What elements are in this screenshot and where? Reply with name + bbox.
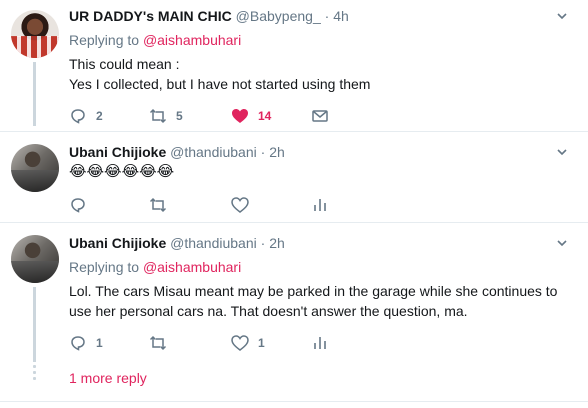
thread-dots xyxy=(33,365,36,383)
chevron-down-icon[interactable] xyxy=(556,146,568,161)
replying-to: Replying to @aishambuhari xyxy=(69,32,241,48)
like-button[interactable]: 14 xyxy=(231,106,271,126)
more-replies-link[interactable]: 1 more reply xyxy=(69,370,147,386)
dm-button[interactable] xyxy=(311,106,329,126)
analytics-button[interactable] xyxy=(311,195,329,215)
replying-to-label: Replying to xyxy=(69,259,140,275)
heart-icon xyxy=(231,197,249,213)
tweet-2[interactable]: Ubani Chijioke @thandiubani · 2h 😂😂😂😂😂😂 xyxy=(0,132,588,222)
envelope-icon xyxy=(312,110,328,122)
timestamp[interactable]: 4h xyxy=(333,8,349,24)
tweet-text: This could mean : Yes I collected, but I… xyxy=(69,54,564,94)
avatar[interactable] xyxy=(11,10,59,58)
reply-button[interactable]: 2 xyxy=(69,106,103,126)
reply-icon xyxy=(71,336,85,351)
like-button[interactable] xyxy=(231,195,249,215)
retweet-count: 5 xyxy=(176,109,183,123)
divider xyxy=(0,401,588,402)
like-button[interactable]: 1 xyxy=(231,333,265,353)
mention-link[interactable]: @aishambuhari xyxy=(143,32,241,48)
tweet-actions: 2 5 14 xyxy=(69,106,369,126)
tweet-actions xyxy=(69,195,369,215)
tweet-3[interactable]: Ubani Chijioke @thandiubani · 2h Replyin… xyxy=(0,223,588,408)
heart-icon xyxy=(231,335,249,351)
replying-to: Replying to @aishambuhari xyxy=(69,259,241,275)
timestamp[interactable]: 2h xyxy=(269,235,285,251)
mention-link[interactable]: @aishambuhari xyxy=(143,259,241,275)
tweet-text-line: Lol. The cars Misau meant may be parked … xyxy=(69,283,558,299)
tweet-1[interactable]: UR DADDY's MAIN CHIC @Babypeng_ · 4h Rep… xyxy=(0,0,588,126)
tweet-header: UR DADDY's MAIN CHIC @Babypeng_ · 4h xyxy=(69,8,349,24)
retweet-icon xyxy=(149,197,167,213)
tweet-text-line: This could mean : xyxy=(69,56,180,72)
chevron-down-icon[interactable] xyxy=(556,237,568,252)
retweet-icon xyxy=(149,335,167,351)
user-handle[interactable]: @thandiubani xyxy=(170,144,257,160)
tweet-text-line: Yes I collected, but I have not started … xyxy=(69,76,371,92)
tweet-text-line: use her personal cars na. That doesn't a… xyxy=(69,303,468,319)
avatar[interactable] xyxy=(11,235,59,283)
display-name[interactable]: UR DADDY's MAIN CHIC xyxy=(69,8,232,24)
heart-icon xyxy=(232,109,248,123)
retweet-button[interactable]: 5 xyxy=(149,106,183,126)
analytics-icon xyxy=(314,337,326,349)
reply-icon xyxy=(71,109,85,124)
reply-button[interactable] xyxy=(69,195,87,215)
analytics-button[interactable] xyxy=(311,333,329,353)
thread-line xyxy=(33,62,36,126)
display-name[interactable]: Ubani Chijioke xyxy=(69,144,166,160)
reply-button[interactable]: 1 xyxy=(69,333,103,353)
display-name[interactable]: Ubani Chijioke xyxy=(69,235,166,251)
separator-dot: · xyxy=(260,235,266,251)
separator-dot: · xyxy=(260,144,266,160)
thread-line xyxy=(33,287,36,362)
like-count: 14 xyxy=(258,109,272,123)
tweet-emoji: 😂😂😂😂😂😂 xyxy=(69,163,175,180)
avatar[interactable] xyxy=(11,144,59,192)
user-handle[interactable]: @Babypeng_ xyxy=(236,8,321,24)
separator-dot: · xyxy=(324,8,330,24)
retweet-icon xyxy=(149,108,167,124)
like-count: 1 xyxy=(258,336,265,350)
timestamp[interactable]: 2h xyxy=(269,144,285,160)
tweet-text: 😂😂😂😂😂😂 xyxy=(69,162,564,182)
replying-to-label: Replying to xyxy=(69,32,140,48)
tweet-actions: 1 1 xyxy=(69,333,369,353)
tweet-header: Ubani Chijioke @thandiubani · 2h xyxy=(69,235,285,251)
retweet-button[interactable] xyxy=(149,333,167,353)
reply-count: 2 xyxy=(96,109,103,123)
reply-icon xyxy=(71,198,85,213)
tweet-header: Ubani Chijioke @thandiubani · 2h xyxy=(69,144,285,160)
tweet-text: Lol. The cars Misau meant may be parked … xyxy=(69,281,564,321)
user-handle[interactable]: @thandiubani xyxy=(170,235,257,251)
analytics-icon xyxy=(314,199,326,211)
reply-count: 1 xyxy=(96,336,103,350)
chevron-down-icon[interactable] xyxy=(556,10,568,25)
retweet-button[interactable] xyxy=(149,195,167,215)
